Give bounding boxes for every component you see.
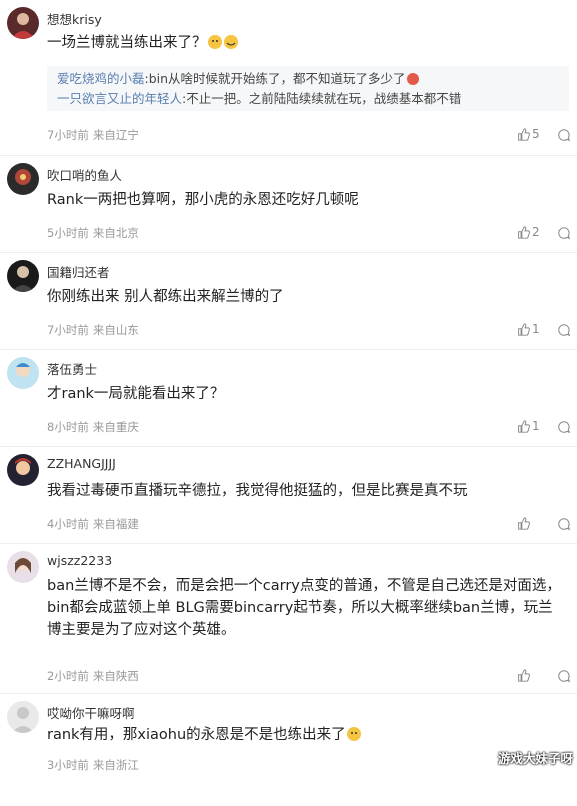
like-button[interactable] bbox=[517, 516, 551, 532]
username[interactable]: 落伍勇士 bbox=[47, 359, 97, 378]
timestamp: 8小时前 bbox=[47, 420, 89, 434]
comment-item: 落伍勇士 才rank一局就能看出来了？ 8小时前 来自重庆 1 bbox=[0, 350, 577, 447]
like-count: 5 bbox=[532, 127, 540, 141]
timestamp: 4小时前 bbox=[47, 517, 89, 531]
location: 来自北京 bbox=[92, 226, 139, 240]
username[interactable]: wjszz2233 bbox=[47, 553, 112, 568]
comment-text: rank有用，那xiaohu的永恩是不是也练出来了 bbox=[47, 724, 562, 746]
username[interactable]: 吹口哨的鱼人 bbox=[47, 165, 122, 184]
comment-actions: 5 bbox=[517, 127, 577, 143]
location: 来自重庆 bbox=[92, 420, 139, 434]
more-comment-icon bbox=[558, 518, 571, 531]
comment-text: 你刚练出来 别人都练出来解兰博的了 bbox=[47, 289, 284, 305]
more-comment-icon bbox=[558, 670, 571, 683]
timestamp: 7小时前 bbox=[47, 128, 89, 142]
location: 来自山东 bbox=[92, 323, 139, 337]
more-comment-button[interactable] bbox=[557, 419, 571, 438]
thumbs-up-icon bbox=[518, 323, 530, 336]
timestamp: 3小时前 bbox=[47, 758, 89, 772]
comment-meta: 7小时前 来自辽宁 bbox=[47, 127, 139, 143]
more-comment-icon bbox=[558, 227, 571, 240]
comment-actions bbox=[517, 516, 577, 532]
comment-item: 想想krisy 一场兰博就当练出来了？ 爱吃烧鸡的小磊:bin从啥时候就开始练了… bbox=[0, 0, 577, 156]
comment-meta: 8小时前 来自重庆 bbox=[47, 419, 139, 435]
more-comment-button[interactable] bbox=[557, 322, 571, 341]
comment-text: Rank一两把也算啊，那小虎的永恩还吃好几顿呢 bbox=[47, 192, 359, 208]
more-comment-button[interactable] bbox=[557, 668, 571, 687]
username[interactable]: 哎呦你干嘛呀啊 bbox=[47, 703, 135, 722]
like-button[interactable]: 1 bbox=[517, 419, 551, 435]
avatar[interactable] bbox=[7, 454, 39, 486]
comment-item: 国籍归还者 你刚练出来 别人都练出来解兰博的了 7小时前 来自山东 1 bbox=[0, 253, 577, 350]
like-count: 2 bbox=[532, 225, 540, 239]
more-comment-button[interactable] bbox=[557, 127, 571, 146]
timestamp: 2小时前 bbox=[47, 669, 89, 683]
thumbs-up-icon bbox=[518, 226, 530, 239]
emoji-face-icon bbox=[207, 35, 238, 49]
more-comment-icon bbox=[558, 324, 571, 337]
comment-item: wjszz2233 ban兰博不是不会，而是会把一个carry点变的普通，不管是… bbox=[0, 544, 577, 694]
comment-actions: 1 bbox=[517, 419, 577, 435]
comment-meta: 4小时前 来自福建 bbox=[47, 516, 139, 532]
more-comment-button[interactable] bbox=[557, 225, 571, 244]
comment-meta: 3小时前 来自浙江 bbox=[47, 757, 139, 773]
thumbs-up-icon bbox=[518, 420, 530, 433]
avatar[interactable] bbox=[7, 701, 39, 733]
comment-item: 哎呦你干嘛呀啊 rank有用，那xiaohu的永恩是不是也练出来了 3小时前 来自… bbox=[0, 694, 577, 806]
location: 来自福建 bbox=[92, 517, 139, 531]
comment-meta: 7小时前 来自山东 bbox=[47, 322, 139, 338]
like-count: 1 bbox=[532, 419, 540, 433]
comment-text: 一场兰博就当练出来了？ bbox=[47, 32, 562, 54]
username[interactable]: ZZHANGJJJJ bbox=[47, 456, 116, 471]
avatar[interactable] bbox=[7, 163, 39, 195]
reply-box[interactable]: 爱吃烧鸡的小磊:bin从啥时候就开始练了，都不知道玩了多少了 一只欲言又止的年轻… bbox=[47, 66, 569, 111]
avatar[interactable] bbox=[7, 357, 39, 389]
comment-actions bbox=[517, 668, 577, 684]
comment-item: ZZHANGJJJJ 我看过毒硬币直播玩辛德拉，我觉得他挺猛的，但是比赛是真不玩… bbox=[0, 447, 577, 544]
comment-text: 我看过毒硬币直播玩辛德拉，我觉得他挺猛的，但是比赛是真不玩 bbox=[47, 483, 468, 499]
username[interactable]: 国籍归还者 bbox=[47, 262, 110, 281]
comment-item: 吹口哨的鱼人 Rank一两把也算啊，那小虎的永恩还吃好几顿呢 5小时前 来自北京 … bbox=[0, 156, 577, 253]
username[interactable]: 想想krisy bbox=[47, 9, 102, 28]
like-count: 1 bbox=[532, 322, 540, 336]
comment-actions: 1 bbox=[517, 322, 577, 338]
comment-actions: 2 bbox=[517, 225, 577, 241]
location: 来自辽宁 bbox=[92, 128, 139, 142]
reply-username[interactable]: 一只欲言又止的年轻人 bbox=[57, 91, 182, 106]
comment-text: 才rank一局就能看出来了？ bbox=[47, 386, 225, 402]
more-comment-icon bbox=[558, 129, 571, 142]
watermark: 游戏大妹子呀 bbox=[497, 751, 573, 766]
timestamp: 7小时前 bbox=[47, 323, 89, 337]
comment-meta: 5小时前 来自北京 bbox=[47, 225, 139, 241]
like-button[interactable]: 5 bbox=[517, 127, 551, 143]
like-button[interactable]: 2 bbox=[517, 225, 551, 241]
location: 来自陕西 bbox=[92, 669, 139, 683]
emoji-face-icon bbox=[406, 73, 419, 85]
timestamp: 5小时前 bbox=[47, 226, 89, 240]
more-comment-icon bbox=[558, 421, 571, 434]
thumbs-up-icon bbox=[518, 128, 530, 141]
emoji-face-icon bbox=[346, 727, 361, 741]
reply-text: :不止一把。之前陆陆续续就在玩，战绩基本都不错 bbox=[182, 91, 462, 106]
comment-text: ban兰博不是不会，而是会把一个carry点变的普通，不管是自己选还是对面选，b… bbox=[47, 578, 561, 638]
thumbs-up-icon bbox=[518, 517, 530, 530]
thumbs-up-icon bbox=[518, 669, 530, 682]
reply-username[interactable]: 爱吃烧鸡的小磊 bbox=[57, 71, 145, 86]
reply-item: 爱吃烧鸡的小磊:bin从啥时候就开始练了，都不知道玩了多少了 bbox=[57, 69, 559, 89]
like-button[interactable]: 1 bbox=[517, 322, 551, 338]
location: 来自浙江 bbox=[92, 758, 139, 772]
avatar[interactable] bbox=[7, 551, 39, 583]
avatar[interactable] bbox=[7, 7, 39, 39]
avatar[interactable] bbox=[7, 260, 39, 292]
comment-meta: 2小时前 来自陕西 bbox=[47, 668, 139, 684]
like-button[interactable] bbox=[517, 668, 551, 684]
more-comment-button[interactable] bbox=[557, 516, 571, 535]
reply-text: :bin从啥时候就开始练了，都不知道玩了多少了 bbox=[144, 71, 406, 86]
reply-item: 一只欲言又止的年轻人:不止一把。之前陆陆续续就在玩，战绩基本都不错 bbox=[57, 89, 559, 109]
